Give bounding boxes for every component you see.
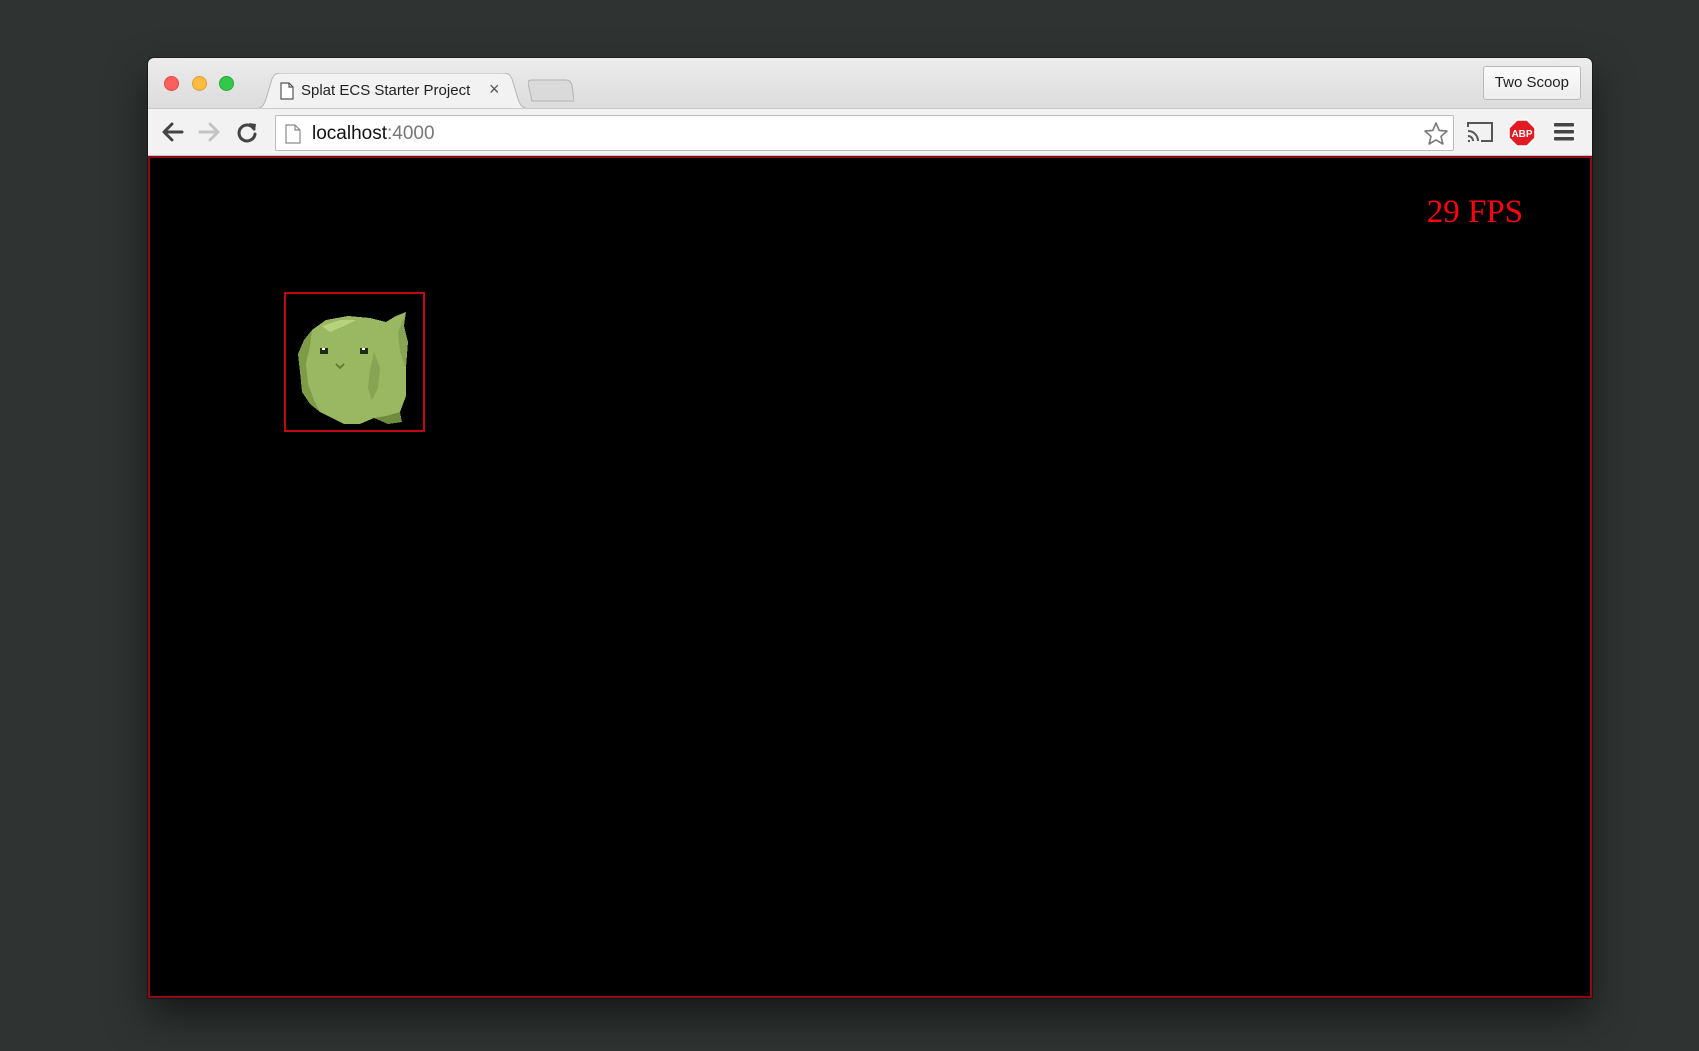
slime-sprite [298,312,408,424]
reload-icon[interactable] [236,121,258,143]
window-minimize-button[interactable] [192,76,207,91]
cast-icon[interactable] [1466,121,1494,143]
entity-bounding-box [284,292,425,432]
tab-title: Splat ECS Starter Project [301,82,471,99]
back-arrow-icon[interactable] [160,121,184,143]
forward-arrow-icon[interactable] [198,121,222,143]
tab-strip: Splat ECS Starter Project × Two Scoop [148,58,1592,109]
hamburger-menu-icon[interactable] [1553,121,1575,143]
url-port: :4000 [387,123,435,144]
url-host: localhost [312,123,387,144]
new-tab-button[interactable] [528,79,574,103]
star-icon[interactable] [1423,121,1449,147]
page-icon [280,82,294,100]
adblock-plus-icon[interactable]: ABP [1508,119,1536,147]
game-canvas[interactable]: 29 FPS [148,156,1592,998]
browser-toolbar: localhost:4000 ABP [148,108,1592,156]
page-icon [285,124,301,144]
svg-text:ABP: ABP [1511,129,1532,140]
fps-counter: 29 FPS [1427,194,1523,231]
url-text: localhost:4000 [312,123,435,145]
profile-button[interactable]: Two Scoop [1482,66,1581,100]
address-bar[interactable]: localhost:4000 [275,115,1454,151]
window-close-button[interactable] [164,76,179,91]
window-zoom-button[interactable] [219,76,234,91]
fps-unit: FPS [1467,194,1523,230]
browser-window: Splat ECS Starter Project × Two Scoop lo… [148,58,1592,998]
fps-value: 29 [1426,194,1460,230]
tab-active[interactable]: Splat ECS Starter Project × [254,73,532,109]
tab-close-icon[interactable]: × [489,79,500,99]
